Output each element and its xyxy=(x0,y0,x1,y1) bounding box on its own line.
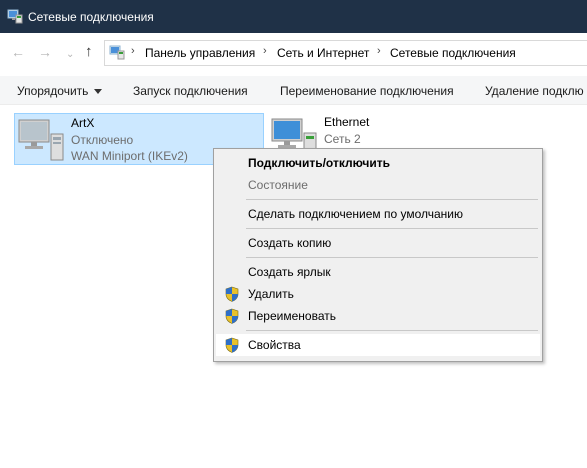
forward-arrow-icon[interactable]: → xyxy=(38,45,52,59)
menu-item-delete[interactable]: Удалить xyxy=(216,283,540,305)
chevron-down-icon xyxy=(94,89,103,94)
organize-label: Упорядочить xyxy=(17,84,89,98)
breadcrumb-control-panel[interactable]: Панель управления xyxy=(145,46,255,60)
menu-item-label: Состояние xyxy=(248,178,308,192)
back-arrow-icon[interactable]: ← xyxy=(11,45,25,59)
breadcrumb-network-internet[interactable]: Сеть и Интернет xyxy=(277,46,369,60)
network-connections-icon xyxy=(7,9,23,24)
vpn-computer-icon xyxy=(18,119,64,161)
menu-item-label: Подключить/отключить xyxy=(248,156,390,170)
connection-status: Отключено xyxy=(71,133,134,147)
delete-connection-button[interactable]: Удаление подклю xyxy=(485,84,584,98)
menu-separator xyxy=(246,228,538,229)
menu-item-label: Удалить xyxy=(248,287,294,301)
context-menu: Подключить/отключить Состояние Сделать п… xyxy=(213,148,543,362)
connection-name: Ethernet xyxy=(324,115,370,129)
menu-separator xyxy=(246,257,538,258)
menu-item-properties[interactable]: Свойства xyxy=(216,334,540,356)
menu-item-create-shortcut[interactable]: Создать ярлык xyxy=(216,261,540,283)
menu-separator xyxy=(246,199,538,200)
breadcrumb-network-connections[interactable]: Сетевые подключения xyxy=(390,46,516,60)
menu-item-label: Создать ярлык xyxy=(248,265,331,279)
window-title: Сетевые подключения xyxy=(28,10,154,24)
menu-item-connect-disconnect[interactable]: Подключить/отключить xyxy=(216,152,540,174)
organize-button[interactable]: Упорядочить xyxy=(17,84,103,98)
connection-device: WAN Miniport (IKEv2) xyxy=(71,149,188,163)
up-arrow-icon[interactable]: ↑ xyxy=(85,44,93,59)
menu-item-set-default[interactable]: Сделать подключением по умолчанию xyxy=(216,203,540,225)
recent-locations-chevron-icon[interactable]: ⌄ xyxy=(66,48,74,62)
connection-name: ArtX xyxy=(71,116,95,130)
breadcrumb-separator-icon: › xyxy=(377,45,381,57)
menu-item-rename[interactable]: Переименовать xyxy=(216,305,540,327)
command-bar: Упорядочить Запуск подключения Переимено… xyxy=(0,76,587,105)
menu-item-label: Переименовать xyxy=(248,309,336,323)
menu-item-label: Сделать подключением по умолчанию xyxy=(248,207,464,221)
menu-item-create-copy[interactable]: Создать копию xyxy=(216,232,540,254)
menu-separator xyxy=(246,330,538,331)
breadcrumb-separator-icon: › xyxy=(131,45,135,57)
address-row: ← → ⌄ ↑ › Панель управления › Сеть и Инт… xyxy=(0,33,587,73)
breadcrumb-separator-icon: › xyxy=(263,45,267,57)
title-bar: Сетевые подключения xyxy=(0,0,587,33)
uac-shield-icon xyxy=(225,286,239,302)
menu-item-status: Состояние xyxy=(216,174,540,196)
control-panel-icon xyxy=(109,45,125,60)
start-connection-button[interactable]: Запуск подключения xyxy=(133,84,248,98)
address-bar[interactable]: › Панель управления › Сеть и Интернет › … xyxy=(104,40,587,66)
uac-shield-icon xyxy=(225,337,239,353)
connection-status: Сеть 2 xyxy=(324,132,361,146)
menu-item-label: Свойства xyxy=(248,338,301,352)
menu-item-label: Создать копию xyxy=(248,236,332,250)
uac-shield-icon xyxy=(225,308,239,324)
rename-connection-button[interactable]: Переименование подключения xyxy=(280,84,454,98)
